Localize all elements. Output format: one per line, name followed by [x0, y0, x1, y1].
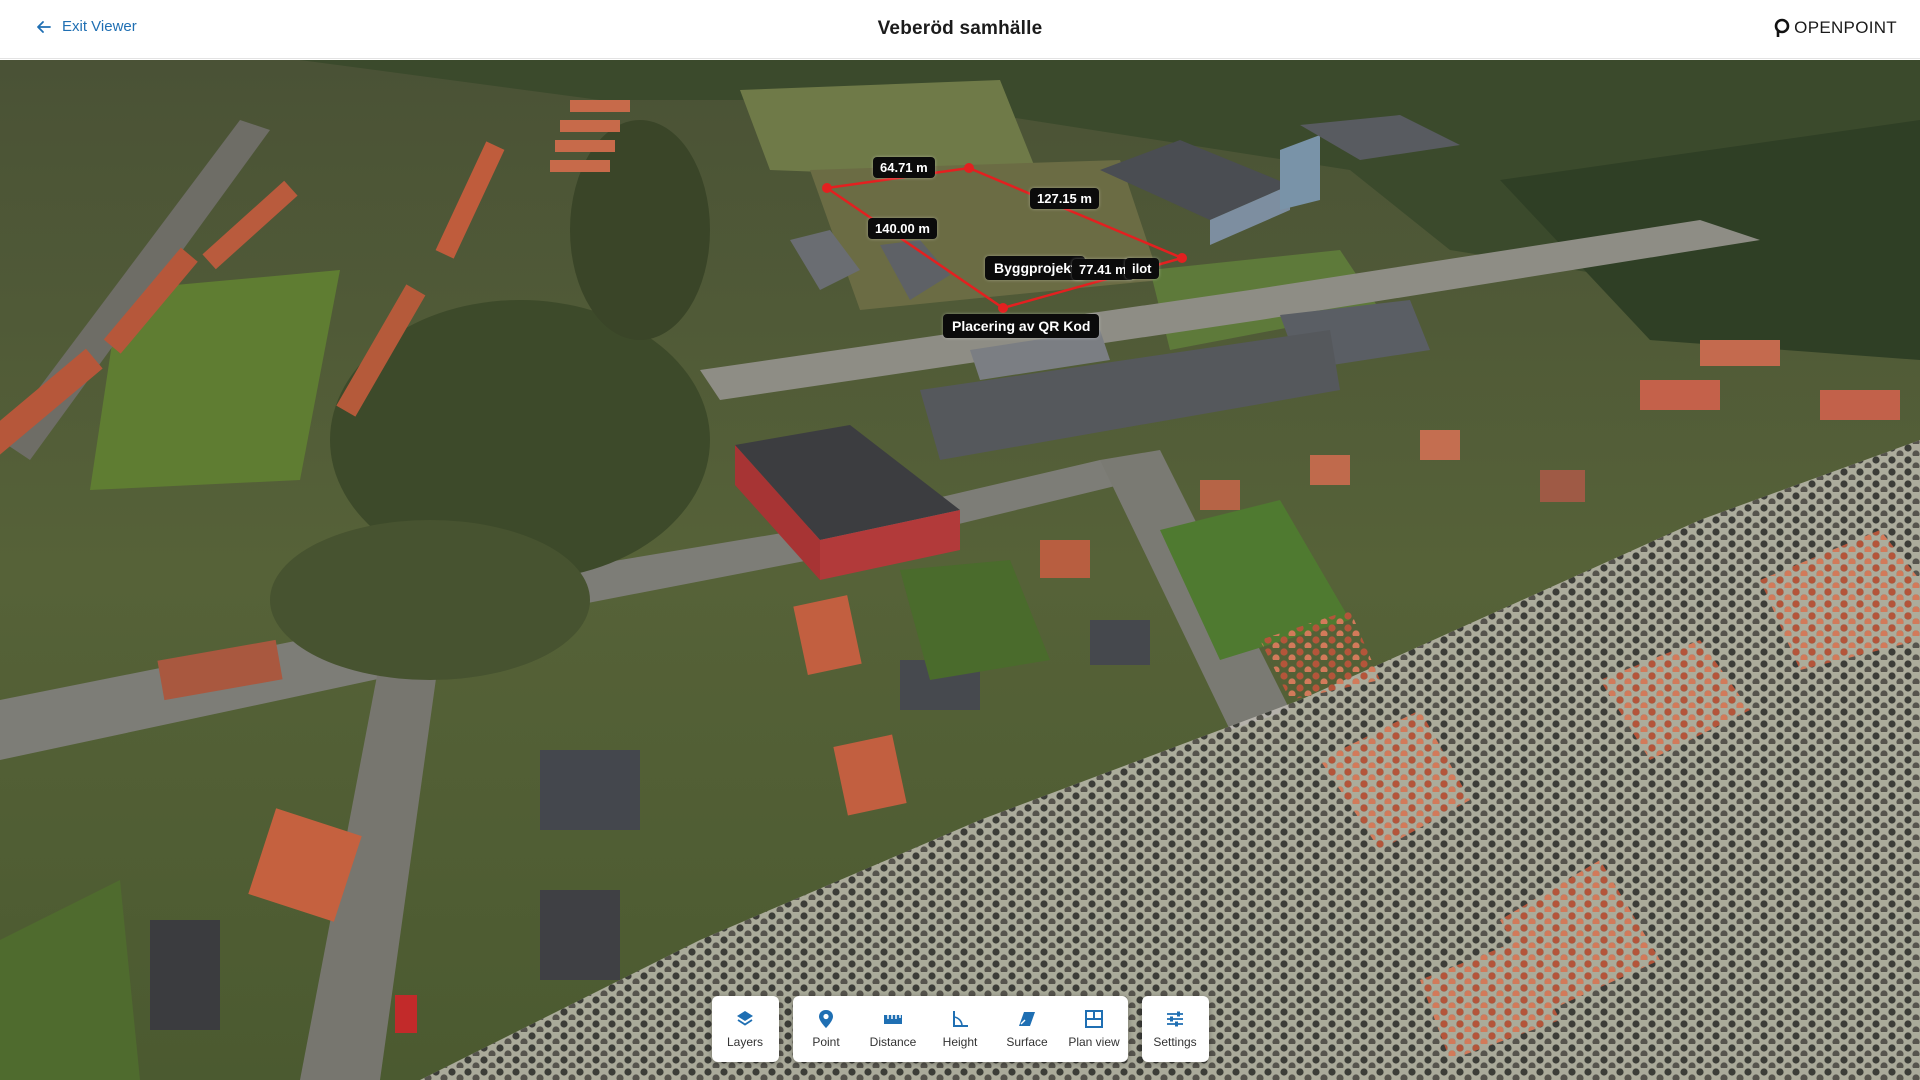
- height-label: Height: [942, 1035, 978, 1049]
- point-cloud-scene: [0, 60, 1920, 1080]
- surface-button[interactable]: Surface: [994, 996, 1061, 1062]
- plan-view-icon: [1083, 1009, 1105, 1029]
- exit-viewer-label: Exit Viewer: [62, 18, 137, 35]
- settings-label: Settings: [1153, 1035, 1197, 1049]
- measurement-toolbar: Layers Point Distance Height Surface Pla…: [0, 996, 1920, 1062]
- surface-icon: [1016, 1009, 1038, 1029]
- exit-viewer-button[interactable]: Exit Viewer: [36, 18, 137, 35]
- plan-view-label: Plan view: [1068, 1035, 1120, 1049]
- point-cloud-viewport[interactable]: 64.71 m 127.15 m 140.00 m Byggprojekt 77…: [0, 60, 1920, 1080]
- pin-icon: [815, 1009, 837, 1029]
- layers-label: Layers: [726, 1035, 764, 1049]
- toolbar-group-measure: Point Distance Height Surface Plan view: [792, 996, 1128, 1062]
- point-label: Point: [812, 1035, 840, 1049]
- settings-icon: [1164, 1009, 1186, 1029]
- measure-label-area-name: ilot: [1125, 258, 1159, 279]
- height-button[interactable]: Height: [927, 996, 994, 1062]
- settings-button[interactable]: Settings: [1142, 996, 1209, 1062]
- measure-label-edge-3: 140.00 m: [868, 218, 937, 239]
- measure-label-qr-placement: Placering av QR Kod: [943, 314, 1100, 338]
- measure-label-edge-1: 64.71 m: [873, 157, 935, 178]
- measure-label-project: Byggprojekt: [985, 256, 1085, 280]
- brand-logo: OPENPOINT: [1773, 18, 1897, 38]
- surface-label: Surface: [1006, 1035, 1048, 1049]
- toolbar-group-settings: Settings: [1141, 996, 1209, 1062]
- openpoint-logo-icon: [1774, 18, 1790, 37]
- brand-name: OPENPOINT: [1794, 18, 1897, 37]
- distance-button[interactable]: Distance: [860, 996, 927, 1062]
- height-icon: [949, 1009, 971, 1029]
- layers-icon: [734, 1009, 756, 1029]
- arrow-left-icon: [37, 20, 51, 33]
- page-title: Veberöd samhälle: [877, 18, 1043, 39]
- toolbar-group-layers: Layers: [711, 996, 779, 1062]
- top-bar: Exit Viewer Veberöd samhälle OPENPOINT: [0, 0, 1920, 59]
- distance-label: Distance: [869, 1035, 917, 1049]
- measure-label-edge-2: 127.15 m: [1030, 188, 1099, 209]
- plan-view-button[interactable]: Plan view: [1061, 996, 1128, 1062]
- layers-button[interactable]: Layers: [712, 996, 779, 1062]
- ruler-icon: [882, 1009, 904, 1029]
- point-button[interactable]: Point: [793, 996, 860, 1062]
